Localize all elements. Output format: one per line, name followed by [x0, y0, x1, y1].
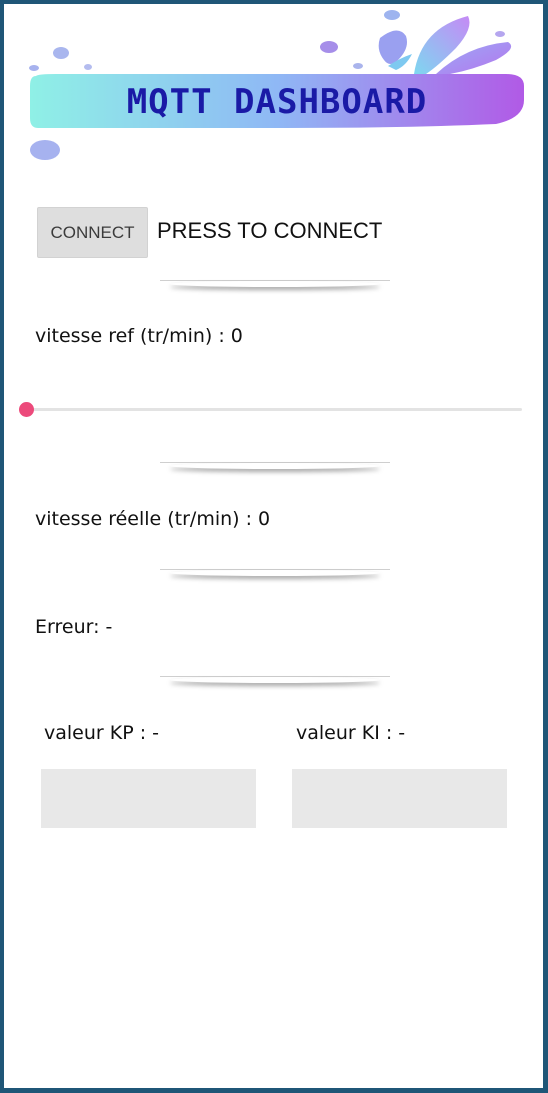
divider: [160, 280, 390, 290]
kp-input[interactable]: [41, 769, 256, 828]
page-title: MQTT DASHBOARD: [126, 82, 428, 122]
connection-status-text: PRESS TO CONNECT: [157, 218, 383, 243]
error-label: Erreur: -: [35, 616, 113, 638]
kp-label: valeur KP : -: [44, 722, 160, 744]
ki-label: valeur KI : -: [296, 722, 406, 744]
speed-ref-slider[interactable]: [19, 402, 522, 417]
divider: [160, 569, 390, 579]
slider-thumb[interactable]: [19, 402, 34, 417]
ki-input[interactable]: [292, 769, 507, 828]
divider: [160, 676, 390, 686]
speed-ref-label: vitesse ref (tr/min) : 0: [35, 325, 243, 347]
app-frame: [0, 0, 548, 1093]
connect-button[interactable]: CONNECT: [37, 207, 148, 258]
speed-real-label: vitesse réelle (tr/min) : 0: [35, 508, 271, 530]
divider: [160, 462, 390, 472]
